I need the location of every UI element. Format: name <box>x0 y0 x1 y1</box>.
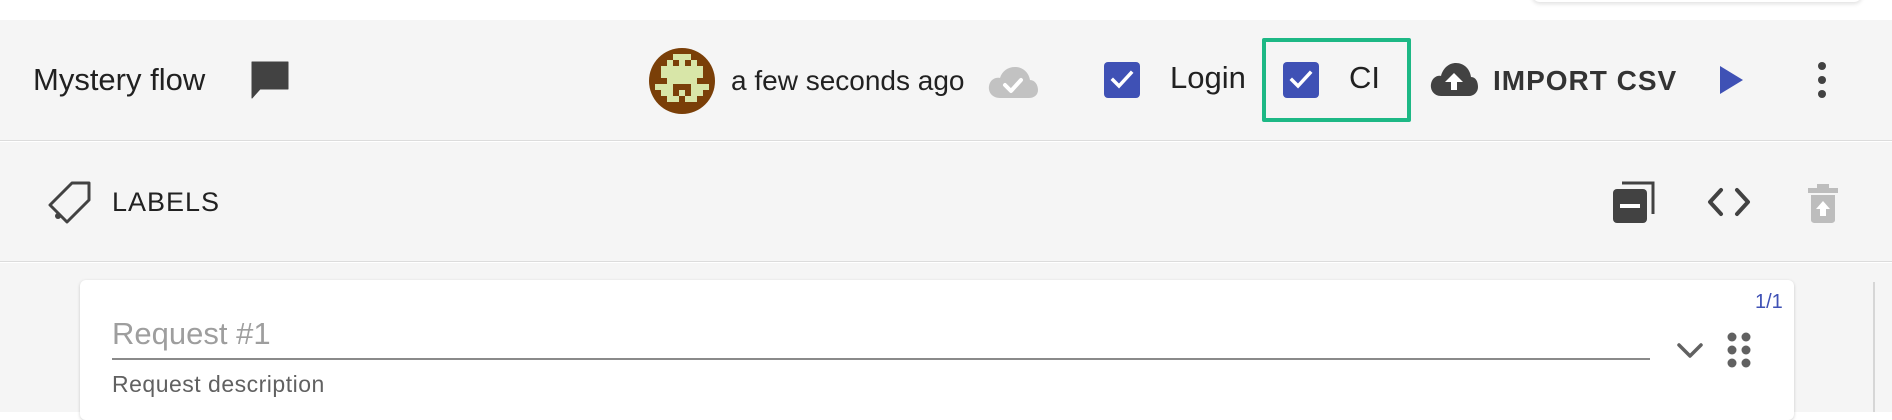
flow-title[interactable]: Mystery flow <box>33 62 205 98</box>
label-tag-icon[interactable] <box>48 180 94 226</box>
labels-title[interactable]: LABELS <box>112 186 220 218</box>
code-icon[interactable] <box>1706 184 1752 220</box>
comment-icon[interactable] <box>248 58 292 102</box>
cloud-upload-icon[interactable] <box>1429 60 1479 98</box>
top-strip <box>0 0 1892 20</box>
import-csv-button[interactable]: IMPORT CSV <box>1493 64 1677 98</box>
login-checkbox[interactable] <box>1104 62 1140 98</box>
cloud-check-icon <box>987 64 1039 100</box>
request-counter: 1/1 <box>1755 291 1783 313</box>
collapse-all-icon[interactable] <box>1610 180 1656 226</box>
more-vertical-icon[interactable] <box>1810 58 1834 102</box>
ci-checkbox-label[interactable]: CI <box>1349 60 1380 96</box>
request-name-input[interactable] <box>112 310 1650 360</box>
chevron-down-icon[interactable] <box>1676 338 1704 362</box>
ci-checkbox[interactable] <box>1283 62 1319 98</box>
last-saved-time: a few seconds ago <box>731 65 965 96</box>
login-checkbox-label[interactable]: Login <box>1170 60 1246 96</box>
delete-icon[interactable] <box>1806 182 1840 224</box>
request-description[interactable]: Request description <box>112 370 325 398</box>
top-shadow-edge <box>1532 0 1862 2</box>
play-icon[interactable] <box>1716 62 1746 98</box>
labels-bar <box>0 142 1892 262</box>
drag-handle-icon[interactable] <box>1726 331 1752 369</box>
scrollbar-track[interactable] <box>1873 282 1875 412</box>
avatar[interactable] <box>649 48 715 114</box>
